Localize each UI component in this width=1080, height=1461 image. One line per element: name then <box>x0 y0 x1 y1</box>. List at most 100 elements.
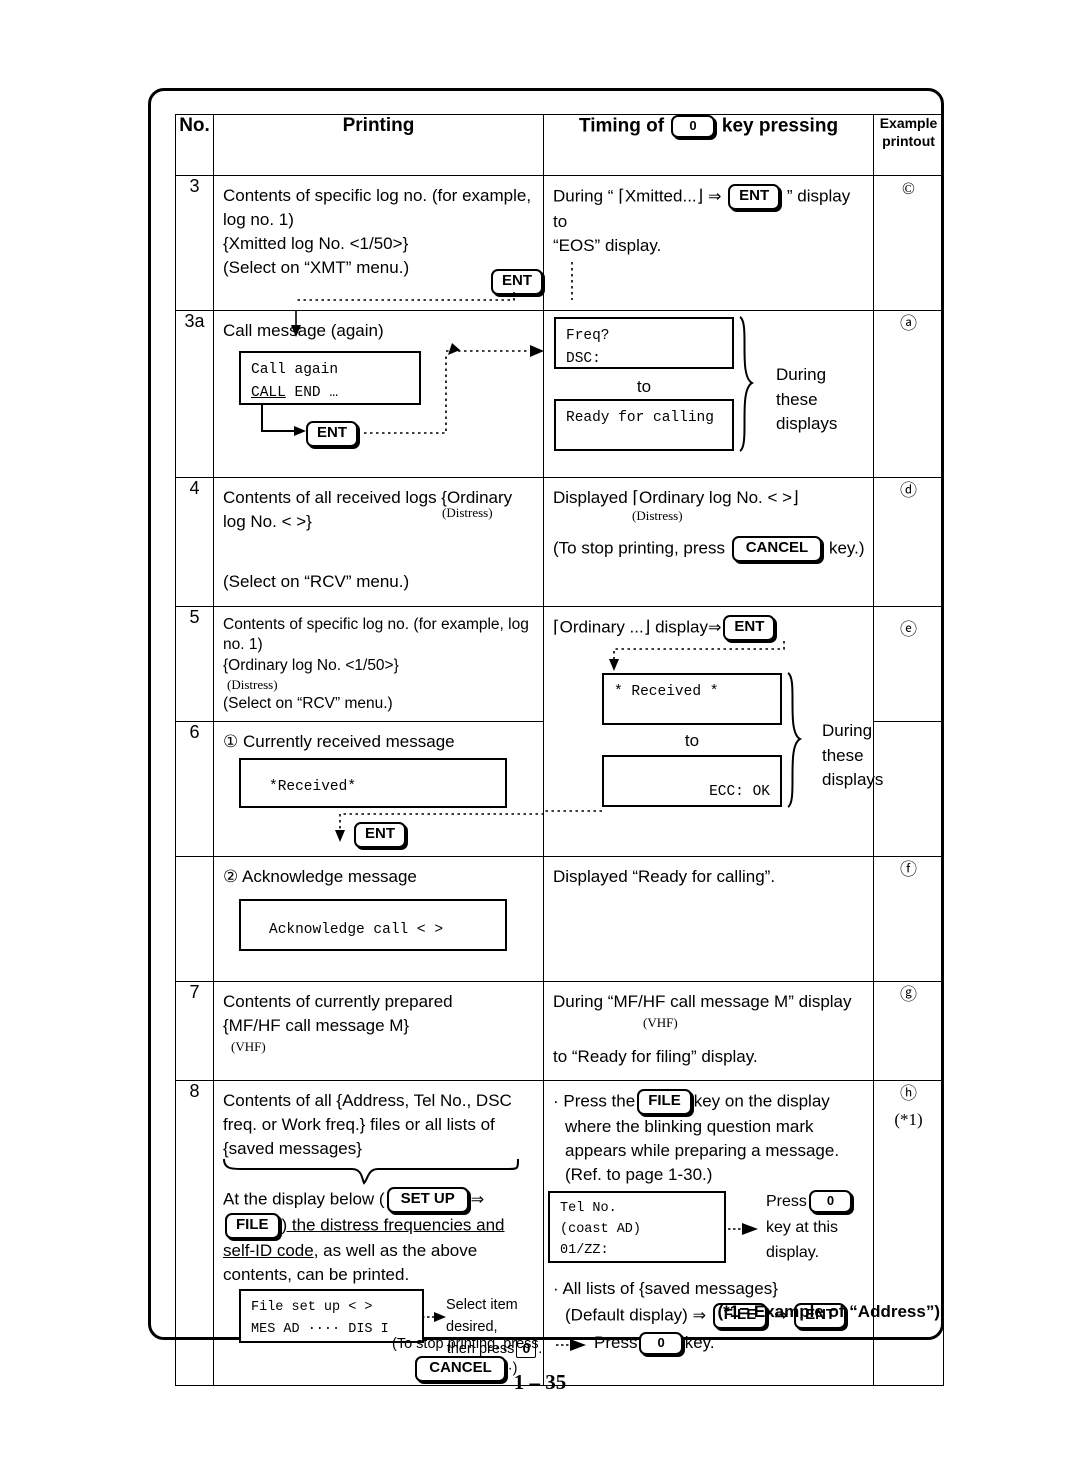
row5-print-line3: {Ordinary log No. <1/50>} <box>223 656 399 674</box>
header-timing-suffix: key pressing <box>721 115 839 137</box>
row-no-8: 8 <box>175 1080 214 1386</box>
row-no-7: 7 <box>175 981 214 1081</box>
table-header-row: No. Printing Timing of 0 key pressing Ex… <box>175 114 944 176</box>
lcd-received-star: * Received * <box>602 673 782 725</box>
row3a-brace <box>739 316 755 452</box>
row3a-brace-label: During these displays <box>776 363 837 437</box>
row-8-example: ⓗ (*1) <box>873 1080 944 1386</box>
row5-timing-line1: ⌈Ordinary ...⌋ display⇒ ENT <box>553 615 867 641</box>
printing-timing-table: No. Printing Timing of 0 key pressing Ex… <box>175 114 944 1386</box>
row5-print-line1: Contents of specific log no. (for exampl… <box>223 616 529 633</box>
row-6b-example: ⓕ <box>873 856 944 982</box>
row-3a-example: ⓐ <box>873 310 944 478</box>
ent-key-icon: ENT <box>728 184 781 210</box>
row8-below-line1: At the display below (SET UP ⇒ <box>223 1187 537 1214</box>
row5-timing-display-word: display <box>655 617 708 637</box>
table-row: 8 Contents of all {Address, Tel No., DSC… <box>175 1080 944 1386</box>
row3-timing-line1: During “ ⌈Xmitted...⌋ ⇒ ENT ” display <box>553 184 867 210</box>
row8-below-line2: FILE) the distress frequencies and <box>223 1213 537 1239</box>
row4-stop-prefix: (To stop printing, press <box>553 538 725 558</box>
zero-key-icon: 0 <box>639 1331 683 1356</box>
row8-b1-prefix: · Press the <box>553 1091 636 1111</box>
table-row: 7 Contents of currently prepared {MF/HF … <box>175 981 944 1081</box>
row-no-5: 5 <box>175 606 214 722</box>
ent-key-icon: ENT <box>306 421 358 447</box>
row8-below-mid: ) the distress frequencies and <box>281 1215 505 1235</box>
header-example-line1: Example <box>879 115 938 131</box>
table-row: 5 Contents of specific log no. (for exam… <box>175 606 944 857</box>
lcd-freq-dsc: Freq? DSC: <box>554 317 734 369</box>
row-7-example: ⓖ <box>873 981 944 1081</box>
table-row: 3 Contents of specific log no. (for exam… <box>175 175 944 311</box>
row-6-printing-cell: ① Currently received message *Received* … <box>213 721 544 857</box>
row-3a-printing-cell: Call message (again) Call again CALL END… <box>213 310 544 478</box>
row-6b-printing-cell: ② Acknowledge message Acknowledge call <… <box>213 856 544 982</box>
row-3-printing-cell: Contents of specific log no. (for exampl… <box>213 175 544 311</box>
row8-b1-suffix: key on the display <box>693 1091 830 1111</box>
lcd-call-again: Call again CALL END … <box>239 351 421 405</box>
lcd-line1: ECC: OK <box>709 784 770 800</box>
row3-timing-line2: to <box>553 211 568 231</box>
header-example-printout: Example printout <box>873 114 944 176</box>
row6b-title: ② Acknowledge message <box>223 867 417 886</box>
file-key-icon: FILE <box>225 1213 280 1239</box>
row7-timing-line1: During “MF/HF call message M” display <box>553 992 852 1011</box>
row3-timing-bracketed: ⌈Xmitted...⌋ <box>618 186 704 206</box>
lcd-line2: CALL END … <box>251 385 339 402</box>
row3a-title: Call message (again) <box>223 321 384 340</box>
document-page: No. Printing Timing of 0 key pressing Ex… <box>0 0 1080 1461</box>
header-timing-prefix: Timing of <box>578 115 665 137</box>
ent-key-icon: ENT <box>354 822 406 848</box>
row-5-6-timing-cell: ⌈Ordinary ...⌋ display⇒ ENT * Received * … <box>543 606 883 857</box>
row5-print-line4: (Select on “RCV” menu.) <box>223 694 393 712</box>
row-no-6: 6 <box>175 721 214 857</box>
row7-timing-line2: to “Ready for filing” display. <box>553 1046 758 1066</box>
row8-press-line1: Press 0 <box>766 1189 854 1215</box>
row8-b1-line1: · Press the FILE key on the display <box>553 1089 867 1115</box>
row8-note2-suffix: . <box>538 1340 543 1357</box>
footnote: (*1= Example of “Address”) <box>717 1302 941 1321</box>
example-mark-d: ⓓ <box>900 481 917 500</box>
row-3-example: © <box>873 175 944 311</box>
row-7-printing-cell: Contents of currently prepared {MF/HF ca… <box>213 981 544 1081</box>
row3-print-line1: Contents of specific log no. (for exampl… <box>223 186 532 205</box>
row5-print-line2: no. 1) <box>223 636 263 654</box>
lcd-line2: (coast AD) <box>560 1221 642 1237</box>
row5-print-anno: (Distress) <box>227 677 278 693</box>
row3-print-line3: {Xmitted log No. <1/50>} <box>223 234 409 254</box>
table-row: 4 Contents of all received logs {Ordinar… <box>175 477 944 607</box>
header-timing: Timing of 0 key pressing <box>543 114 874 176</box>
row3-print-line4: (Select on “XMT” menu.) <box>223 258 410 278</box>
row8-b2-l3-suffix: key. <box>684 1333 715 1352</box>
row4-print-line3: (Select on “RCV” menu.) <box>223 572 410 592</box>
row8-b2-l3-prefix: Press <box>594 1333 638 1352</box>
row-7-timing-cell: During “MF/HF call message M” display (V… <box>543 981 874 1081</box>
table-row: 3a Call message (again) Call again CALL … <box>175 310 944 478</box>
row8-stop-prefix: (To stop printing, press <box>392 1336 539 1352</box>
row8-underbrace <box>223 1158 519 1185</box>
brace-line1: During <box>776 365 827 384</box>
lcd-line1: Call again <box>251 362 339 378</box>
lcd-tel-no: Tel No. (coast AD) 01/ZZ: <box>548 1191 726 1263</box>
lcd-line3: 01/ZZ: <box>560 1242 609 1258</box>
row8-b2-arrow <box>556 1339 586 1351</box>
example-mark-g: ⓖ <box>900 985 917 1004</box>
row8-arrow-icon: ⇒ <box>470 1191 485 1209</box>
row-4-printing-cell: Contents of all received logs {Ordinary … <box>213 477 544 607</box>
lcd-line1: *Received* <box>269 779 357 795</box>
row7-timing-anno: (VHF) <box>643 1015 678 1031</box>
row-5-example: ⓔ <box>873 606 944 722</box>
row-3-timing-cell: During “ ⌈Xmitted...⌋ ⇒ ENT ” display to… <box>543 175 874 311</box>
row-5-printing-cell: Contents of specific log no. (for exampl… <box>213 606 544 722</box>
example-mark-f: ⓕ <box>900 860 917 879</box>
row8-below-prefix: At the display below ( <box>223 1189 385 1209</box>
row8-press-arrow <box>728 1223 758 1235</box>
row8-note1: Select item desired, <box>446 1297 518 1335</box>
row8-print-line1: Contents of all {Address, Tel No., DSC <box>223 1091 512 1110</box>
row5-timing-bracketed: ⌈Ordinary ...⌋ <box>553 617 651 637</box>
row-6b-timing-cell: Displayed “Ready for calling”. <box>543 856 874 982</box>
lcd-line2: MES AD ···· DIS I <box>251 1321 389 1337</box>
row4-print-anno: (Distress) <box>442 505 493 520</box>
row8-below-rest: , as well as the above <box>313 1240 478 1260</box>
row8-print-line3: {saved messages} <box>223 1139 362 1159</box>
